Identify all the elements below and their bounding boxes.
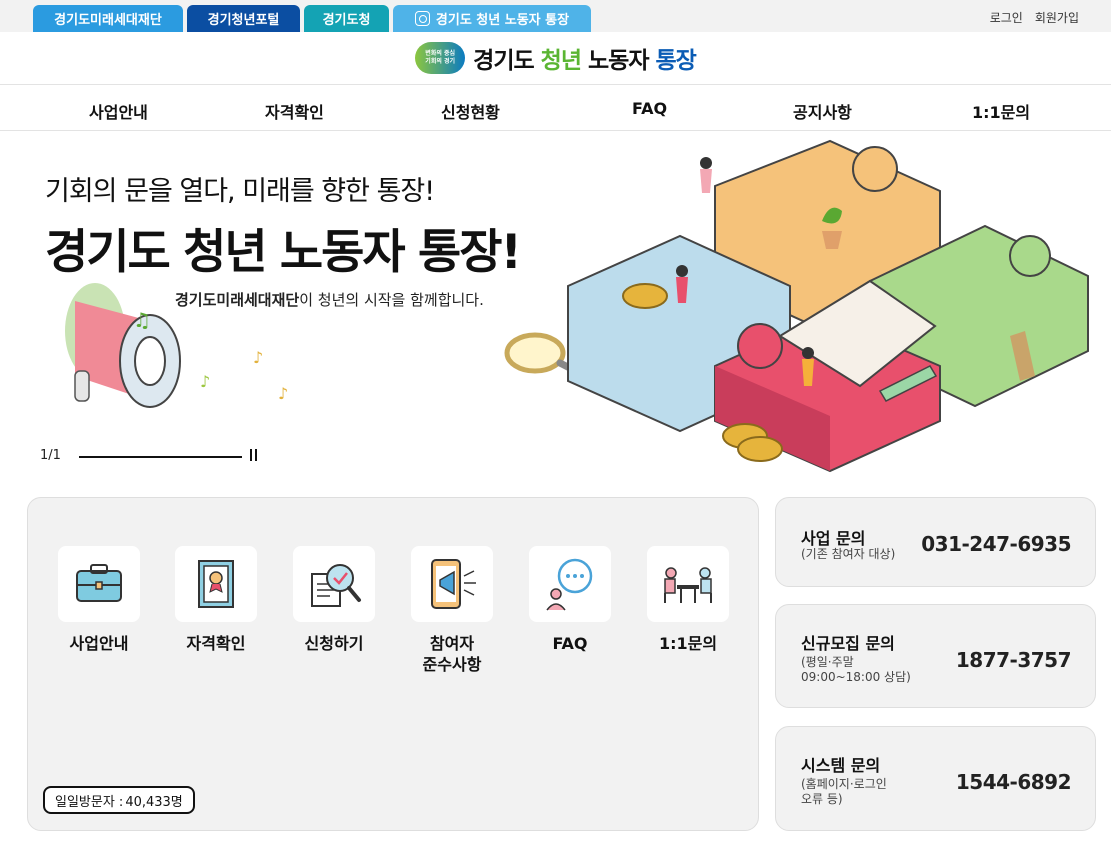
signup-link[interactable]: 회원가입 — [1035, 9, 1079, 26]
quick-label: 참여자 준수사항 — [422, 634, 482, 674]
tab-instagram[interactable]: 경기도 청년 노동자 통장 — [393, 5, 591, 32]
slide-progress-bar — [79, 456, 242, 458]
nav-inquiry[interactable]: 1:1문의 — [972, 99, 1030, 123]
svg-text:♫: ♫ — [133, 308, 151, 332]
contact-note: (홈페이지·로그인 오류 등) — [801, 777, 887, 806]
gyeonggi-logo-badge[interactable]: 변화의 중심 기회의 경기 — [415, 42, 466, 74]
logo-badge-line2: 기회의 경기 — [425, 58, 455, 65]
chat-bubble-icon — [529, 546, 611, 622]
svg-text:♪: ♪ — [253, 348, 263, 367]
contact-phone[interactable]: 1877-3757 — [956, 648, 1072, 672]
hero-banner: ♫ ♪ ♪ ♪ 기회의 문을 열다, 미래를 향한 통장! 경기도 청년 노동자… — [0, 131, 1111, 481]
logo-badge-line1: 변화의 중심 — [425, 50, 455, 57]
nav-eligibility-check[interactable]: 자격확인 — [265, 99, 324, 123]
visitor-label: 일일방문자 : — [55, 794, 124, 810]
quick-participant-rules[interactable]: 참여자 준수사항 — [411, 546, 493, 675]
hero-description-org: 경기도미래세대재단 — [175, 291, 300, 309]
megaphone-phone-icon — [411, 546, 493, 622]
search-document-icon — [293, 546, 375, 622]
tab-label: 경기도미래세대재단 — [54, 13, 162, 28]
contact-note: (기존 참여자 대상) — [801, 547, 896, 561]
puzzle-illustration — [567, 139, 1089, 473]
tab-future-generation-foundation[interactable]: 경기도미래세대재단 — [33, 5, 183, 32]
site-logo[interactable]: 경기도 청년 노동자 통장 — [473, 41, 697, 75]
nav-application-status[interactable]: 신청현황 — [441, 99, 500, 123]
quick-apply[interactable]: 신청하기 — [293, 546, 375, 654]
slide-counter: 1/1 — [40, 448, 61, 463]
tab-label: 경기도 청년 노동자 통장 — [435, 13, 570, 28]
quick-eligibility-check[interactable]: 자격확인 — [175, 546, 257, 654]
utility-links: 로그인 회원가입 — [990, 9, 1079, 26]
contact-title: 신규모집 문의 — [801, 634, 895, 653]
logo-row: 변화의 중심 기회의 경기 경기도 청년 노동자 통장 — [0, 32, 1111, 85]
login-link[interactable]: 로그인 — [990, 9, 1023, 26]
quick-label: 신청하기 — [304, 634, 364, 653]
hero-subtitle: 기회의 문을 열다, 미래를 향한 통장! — [45, 176, 435, 207]
contact-phone[interactable]: 1544-6892 — [956, 770, 1072, 794]
quick-label: 1:1문의 — [658, 634, 718, 653]
nav-notices[interactable]: 공지사항 — [793, 99, 852, 123]
quick-faq[interactable]: FAQ — [529, 546, 611, 654]
svg-text:♪: ♪ — [200, 372, 210, 391]
logo-part: 경기도 — [473, 48, 534, 74]
main-nav: 사업안내 자격확인 신청현황 FAQ 공지사항 1:1문의 — [0, 86, 1111, 131]
tab-youth-portal[interactable]: 경기청년포털 — [187, 5, 300, 32]
visitor-count: 40,433명 — [125, 794, 183, 810]
contact-card-recruitment: 신규모집 문의 (평일·주말 09:00~18:00 상담) 1877-3757 — [775, 604, 1096, 708]
pause-icon[interactable] — [249, 449, 259, 461]
quick-label: FAQ — [552, 634, 588, 653]
hero-description: 경기도미래세대재단이 청년의 시작을 함께합니다. — [175, 289, 484, 310]
svg-text:♪: ♪ — [278, 384, 288, 403]
hero-title: 경기도 청년 노동자 통장! — [45, 225, 522, 280]
contact-note: (평일·주말 09:00~18:00 상담) — [801, 655, 911, 684]
tab-label: 경기도청 — [322, 13, 371, 28]
contact-phone[interactable]: 031-247-6935 — [921, 532, 1071, 556]
nav-business-info[interactable]: 사업안내 — [89, 99, 148, 123]
contact-title: 시스템 문의 — [801, 756, 881, 775]
quick-menu-panel: 사업안내 자격확인 신청하기 참여자 준수사항 FAQ 1:1문의 일일방문자 … — [27, 497, 759, 831]
contact-card-system: 시스템 문의 (홈페이지·로그인 오류 등) 1544-6892 — [775, 726, 1096, 831]
contact-card-business: 사업 문의 (기존 참여자 대상) 031-247-6935 — [775, 497, 1096, 587]
logo-part: 청년 — [540, 48, 582, 74]
logo-part: 통장 — [655, 48, 697, 74]
tab-label: 경기청년포털 — [207, 13, 280, 28]
quick-business-info[interactable]: 사업안내 — [58, 546, 140, 654]
certificate-icon — [175, 546, 257, 622]
tab-gyeonggi-province[interactable]: 경기도청 — [304, 5, 389, 32]
quick-inquiry[interactable]: 1:1문의 — [647, 546, 729, 654]
counseling-table-icon — [647, 546, 729, 622]
top-bar: 경기도미래세대재단 경기청년포털 경기도청 경기도 청년 노동자 통장 로그인 … — [0, 0, 1111, 32]
quick-label: 사업안내 — [69, 634, 129, 653]
hero-description-rest: 이 청년의 시작을 함께합니다. — [299, 291, 484, 309]
nav-faq[interactable]: FAQ — [632, 99, 667, 118]
contact-title: 사업 문의 — [801, 529, 866, 548]
briefcase-icon — [58, 546, 140, 622]
instagram-icon — [414, 11, 430, 26]
logo-part: 노동자 — [588, 48, 649, 74]
quick-label: 자격확인 — [186, 634, 246, 653]
daily-visitor-badge: 일일방문자 : 40,433명 — [43, 786, 195, 814]
